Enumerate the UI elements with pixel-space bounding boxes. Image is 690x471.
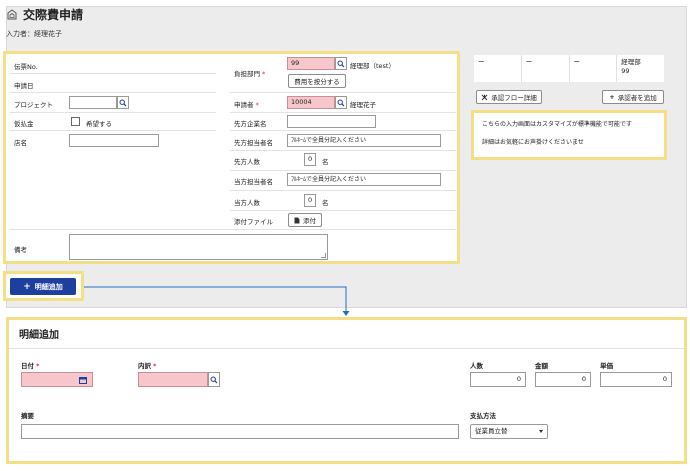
breakdown-input[interactable] — [138, 372, 208, 387]
detail-panel: 明細追加 日付 * 内訳 * 人数 0 金額 0 単価 0 摘要 支払方法 従業員立… — [6, 317, 687, 464]
summary-label: 摘要 — [21, 412, 34, 420]
people-label: 人数 — [470, 362, 483, 370]
payment-label: 支払方法 — [470, 412, 496, 420]
chevron-down-icon — [539, 430, 543, 433]
breakdown-label: 内訳 * — [138, 362, 157, 370]
people-input[interactable]: 0 — [470, 372, 526, 387]
unit-price-input[interactable]: 0 — [600, 372, 672, 387]
unit-price-label: 単価 — [600, 362, 613, 370]
date-input[interactable] — [21, 372, 93, 387]
detail-title: 明細追加 — [19, 330, 59, 341]
date-label: 日付 * — [21, 362, 40, 370]
breakdown-search-button[interactable] — [208, 372, 220, 387]
calendar-icon[interactable] — [79, 376, 87, 384]
amount-label: 金額 — [535, 362, 548, 370]
payment-select[interactable]: 従業員立替 — [470, 424, 548, 439]
search-icon — [210, 376, 218, 383]
amount-input[interactable]: 0 — [535, 372, 591, 387]
summary-input[interactable] — [21, 424, 459, 439]
